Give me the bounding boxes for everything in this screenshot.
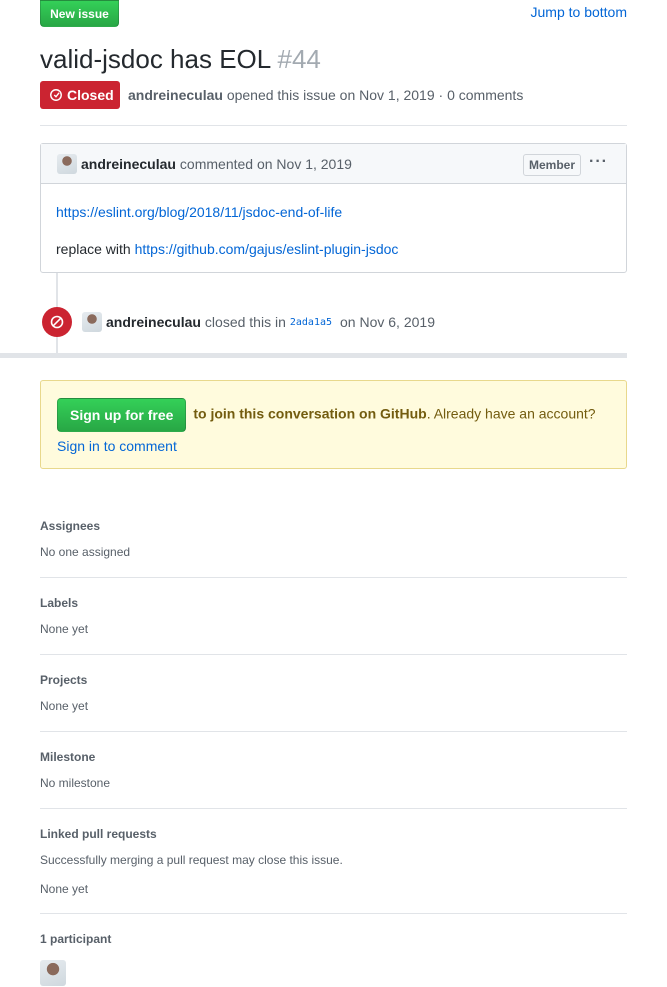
projects-heading: Projects [40, 673, 88, 687]
assignees-value: No one assigned [40, 545, 131, 559]
projects-section: Projects None yet [40, 673, 627, 732]
replace-with-text: replace with [56, 241, 131, 257]
avatar[interactable] [82, 312, 102, 332]
linked-prs-section: Linked pull requests Successfully mergin… [40, 827, 627, 914]
participant-avatar[interactable] [40, 960, 66, 986]
more-options-button[interactable]: ··· [589, 153, 608, 171]
issue-title-text: valid-jsdoc has EOL [40, 44, 271, 74]
divider [40, 125, 627, 126]
issue-closed-icon [50, 89, 62, 101]
event-action-text: closed this in [204, 314, 286, 330]
join-text: to join this conversation on GitHub [193, 405, 427, 422]
issue-title: valid-jsdoc has EOL #44 [40, 42, 321, 76]
commit-sha-link[interactable]: 2ada1a5 [290, 317, 332, 328]
closed-event-icon [42, 307, 72, 337]
milestone-value: No milestone [40, 776, 111, 790]
event-author-link[interactable]: andreineculau [106, 314, 201, 330]
issue-number: #44 [277, 44, 321, 74]
eslint-blog-link[interactable]: https://eslint.org/blog/2018/11/jsdoc-en… [56, 204, 342, 220]
milestone-heading: Milestone [40, 750, 96, 764]
issue-author-link[interactable]: andreineculau [128, 87, 223, 103]
assignees-heading: Assignees [40, 519, 101, 533]
comment-body: https://eslint.org/blog/2018/11/jsdoc-en… [41, 184, 626, 294]
labels-section: Labels None yet [40, 596, 627, 655]
sign-up-button[interactable]: Sign up for free [57, 398, 187, 432]
milestone-section: Milestone No milestone [40, 750, 627, 809]
comment-timestamp[interactable]: commented on Nov 1, 2019 [180, 156, 352, 172]
timeline-end-divider [0, 353, 627, 358]
event-timestamp[interactable]: on Nov 6, 2019 [340, 314, 435, 330]
participants-section: 1 participant [40, 932, 627, 987]
assignees-section: Assignees No one assigned [40, 519, 627, 578]
sign-in-link[interactable]: Sign in to comment [57, 438, 177, 454]
participants-heading: 1 participant [40, 932, 112, 946]
account-text: . Already have an account? [426, 405, 596, 422]
comment-header: andreineculau commented on Nov 1, 2019 M… [41, 144, 626, 184]
closed-event: andreineculau closed this in 2ada1a5 on … [82, 312, 435, 332]
comment: andreineculau commented on Nov 1, 2019 M… [40, 143, 627, 273]
linked-prs-value: None yet [40, 882, 89, 896]
linked-prs-note: Successfully merging a pull request may … [40, 853, 343, 867]
member-badge: Member [522, 154, 581, 176]
avatar[interactable] [57, 153, 77, 174]
labels-value: None yet [40, 622, 89, 636]
eslint-plugin-jsdoc-link[interactable]: https://github.com/gajus/eslint-plugin-j… [135, 241, 399, 257]
issue-meta: andreineculau opened this issue on Nov 1… [128, 87, 523, 103]
labels-heading: Labels [40, 596, 79, 610]
linked-prs-heading: Linked pull requests [40, 827, 157, 841]
signup-prompt: Sign up for free to join this conversati… [40, 380, 627, 469]
issue-meta-text: opened this issue on Nov 1, 2019 · 0 com… [226, 87, 524, 103]
new-issue-button[interactable]: New issue [40, 0, 119, 27]
jump-to-bottom-link[interactable]: Jump to bottom [531, 4, 628, 20]
circle-slash-icon [50, 315, 64, 329]
projects-value: None yet [40, 699, 89, 713]
comment-author-link[interactable]: andreineculau [81, 156, 176, 172]
issue-state-label: Closed [67, 87, 114, 103]
issue-state-badge: Closed [40, 81, 120, 109]
